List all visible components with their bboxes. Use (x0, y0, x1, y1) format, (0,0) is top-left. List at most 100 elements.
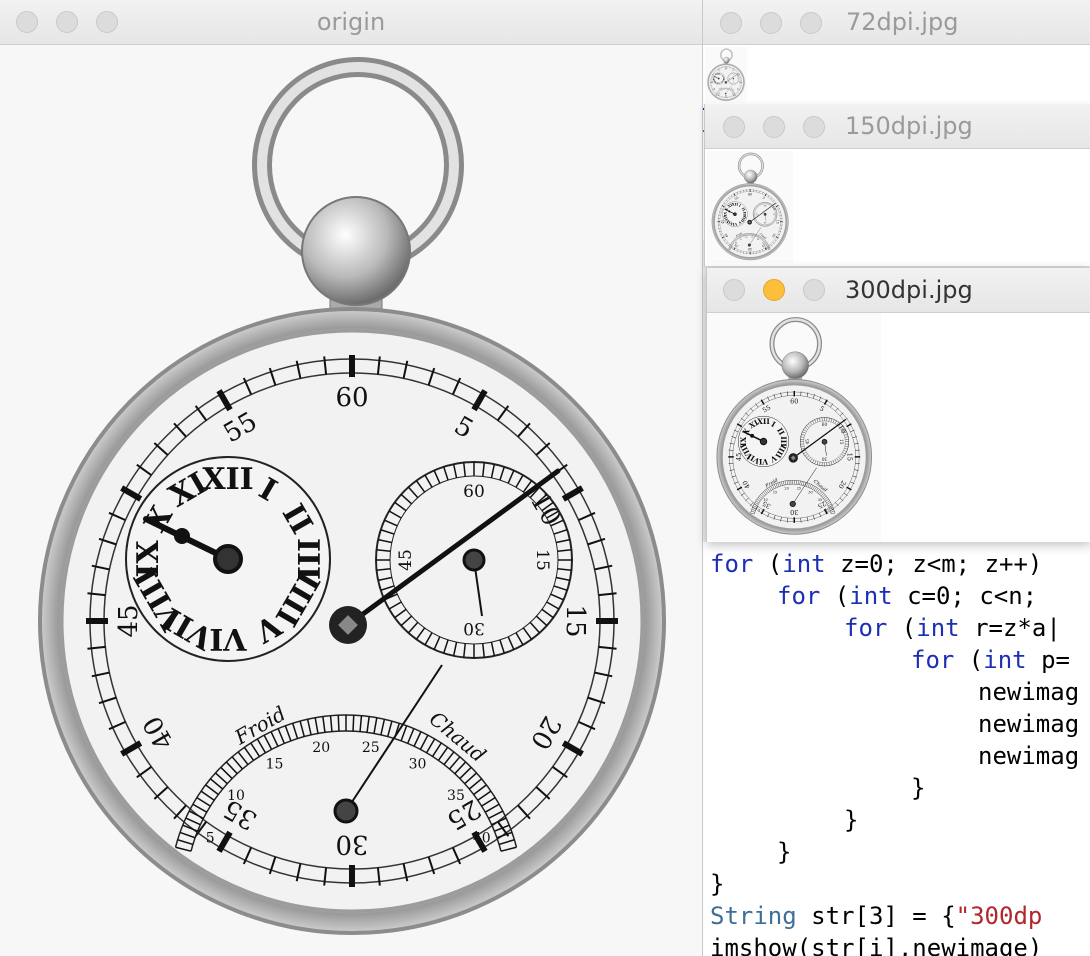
code-text: r=z*a| (959, 614, 1061, 642)
code-text: str[3] = { (796, 902, 956, 930)
bottom-numeral: 15 (740, 239, 742, 241)
watch-thumbnail-300dpi: 60510152025303540455055XIIIIIIIIIIIIVVIV… (707, 313, 881, 541)
title-bar[interactable]: 150dpi.jpg (705, 104, 1090, 149)
code-type: int (983, 646, 1027, 674)
bottom-numeral: 25 (797, 486, 801, 490)
zoom-button[interactable] (803, 116, 825, 138)
roman-numeral: IX (739, 437, 748, 446)
close-button[interactable] (723, 279, 745, 301)
window-title: 150dpi.jpg (845, 112, 973, 140)
bottom-numeral: 20 (312, 740, 330, 756)
bottom-numeral: 5 (732, 248, 733, 250)
seconds-hand-pin (462, 548, 486, 572)
code-text: ( (954, 646, 984, 674)
watch-crown (781, 351, 809, 379)
thermometer-hand-pin (747, 243, 751, 247)
code-type: String (710, 902, 797, 930)
roman-numeral: IX (723, 212, 727, 217)
image-canvas: 60510152025303540455055XIIIIIIIIIIIIVVIV… (707, 313, 1090, 542)
bottom-numeral: 10 (227, 788, 245, 804)
seconds-numeral: 30 (463, 618, 485, 638)
window-title: origin (316, 8, 386, 36)
pocket-watch-image: 60510152025303540455055XIIIIIIIIIIIIVVIV… (707, 48, 745, 101)
watch-crown (301, 196, 411, 306)
thermometer-hand-pin (724, 92, 727, 95)
bottom-numeral: 25 (362, 740, 380, 756)
window-title: 72dpi.jpg (846, 8, 959, 36)
window-300dpi[interactable]: 300dpi.jpg 60510152025303540455055XIIIII… (706, 268, 1090, 542)
title-bar[interactable]: 72dpi.jpg (703, 0, 1090, 45)
bottom-tick (337, 715, 340, 732)
close-button[interactable] (720, 12, 742, 34)
seconds-numeral: 30 (821, 456, 827, 461)
seconds-numeral: 45 (805, 439, 810, 445)
code-text: ( (820, 582, 850, 610)
code-keyword: for (844, 614, 888, 642)
code-text: imshow(str[i],newimage) (710, 934, 1043, 956)
image-canvas: 60510152025303540455055XIIIIIIIIIIIIVVIV… (0, 45, 702, 956)
hour-hand-pin (213, 544, 243, 574)
bottom-numeral: 35 (762, 243, 764, 245)
bottom-numeral: 20 (784, 486, 788, 490)
code-text: } (777, 838, 792, 866)
title-bar[interactable]: origin (0, 0, 702, 45)
zoom-button[interactable] (803, 279, 825, 301)
window-origin[interactable]: origin 60510152025303540455055XIIIIIIIII… (0, 0, 703, 956)
bottom-numeral: 30 (409, 757, 427, 773)
minimize-button[interactable] (763, 116, 785, 138)
watch-thumbnail-72dpi: 60510152025303540455055XIIIIIIIIIIIIVVIV… (705, 47, 747, 103)
minute-numeral: 60 (335, 383, 368, 413)
code-text: newimag (978, 678, 1080, 706)
code-line: } (844, 804, 858, 836)
bottom-tick (352, 715, 355, 732)
code-line: for (int z=0; z<m; z++) (710, 548, 1042, 580)
hour-hand-tip (715, 76, 717, 78)
watch-crown (743, 169, 758, 184)
roman-numeral: IX (131, 540, 166, 578)
code-line: newimag (978, 740, 1079, 772)
minute-numeral: 15 (775, 220, 779, 224)
code-line: } (777, 836, 791, 868)
seconds-numeral: 60 (822, 422, 828, 427)
bottom-numeral: 30 (757, 239, 759, 241)
minute-numeral: 60 (790, 398, 798, 406)
bottom-numeral: 40 (765, 248, 767, 250)
code-keyword: for (911, 646, 955, 674)
code-keyword: for (710, 550, 754, 578)
image-canvas: 60510152025303540455055XIIIIIIIIIIIIVVIV… (703, 45, 1090, 104)
bottom-numeral: 35 (447, 788, 465, 804)
code-type: int (782, 550, 826, 578)
code-line: newimag (978, 676, 1079, 708)
code-text: newimag (978, 742, 1080, 770)
bottom-numeral: 15 (773, 490, 777, 494)
code-text: ( (887, 614, 917, 642)
seconds-hand-pin (821, 438, 828, 445)
bottom-numeral: 20 (745, 237, 747, 239)
zoom-button[interactable] (800, 12, 822, 34)
code-editor[interactable]: for (int z=0; z<m; z++) for (int c=0; c<n… (702, 542, 1090, 956)
code-line: for (int r=z*a| (844, 612, 1061, 644)
code-line: String str[3] = {"300dp (710, 900, 1042, 932)
bottom-numeral: 15 (266, 757, 284, 773)
bottom-numeral: 40 (473, 830, 491, 846)
code-line: newimag (978, 708, 1079, 740)
watch-crown (723, 56, 730, 64)
window-72dpi[interactable]: 72dpi.jpg 60510152025303540455055XIIIIII… (702, 0, 1090, 104)
code-type: int (849, 582, 893, 610)
code-line: } (911, 772, 925, 804)
title-bar[interactable]: 300dpi.jpg (707, 268, 1090, 313)
seconds-numeral: 15 (532, 549, 552, 571)
seconds-hand-pin (763, 212, 767, 216)
close-button[interactable] (723, 116, 745, 138)
minimize-button[interactable] (763, 279, 785, 301)
bottom-numeral: 5 (758, 509, 760, 513)
window-150dpi[interactable]: 150dpi.jpg 60510152025303540455055XIIIII… (704, 104, 1090, 266)
hour-hand-pin (759, 437, 768, 446)
seconds-numeral: 15 (839, 439, 844, 445)
bottom-numeral: 30 (808, 490, 812, 494)
code-text: } (710, 870, 725, 898)
code-text: ( (753, 550, 783, 578)
code-keyword: for (777, 582, 821, 610)
window-title: 300dpi.jpg (845, 276, 973, 304)
minimize-button[interactable] (760, 12, 782, 34)
